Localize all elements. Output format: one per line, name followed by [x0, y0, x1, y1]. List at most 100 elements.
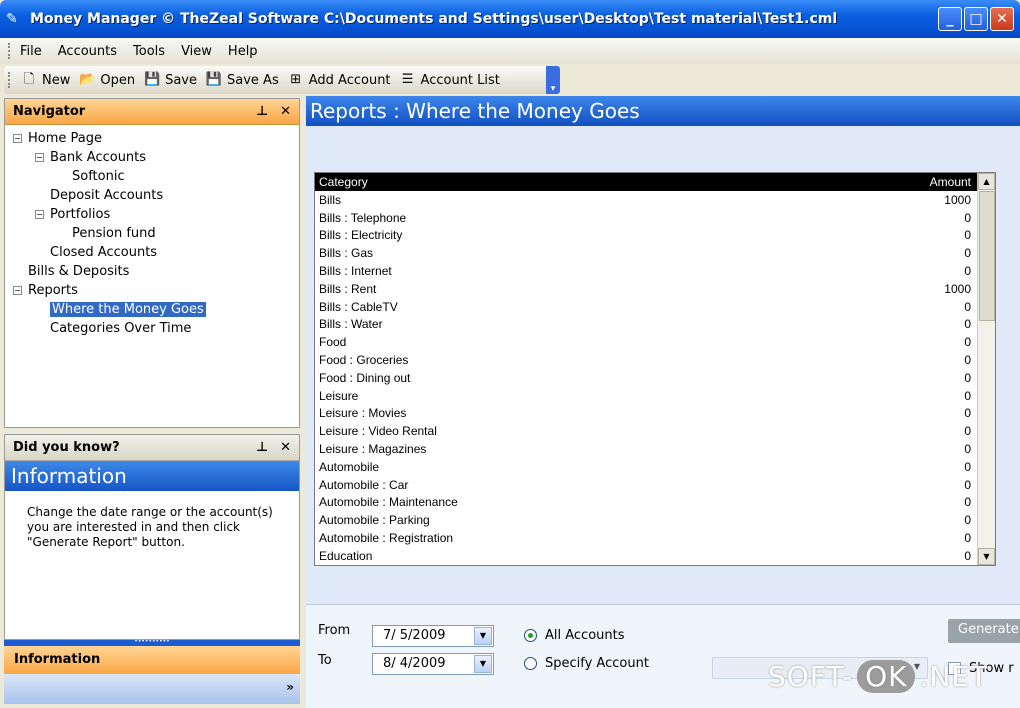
did-you-know-header-buttons: ⊥ ✕: [256, 440, 291, 455]
tree-item[interactable]: − Reports: [13, 281, 299, 300]
category-cell: Automobile : Parking: [319, 513, 430, 528]
table-row[interactable]: Food : Dining out 0: [315, 369, 995, 387]
app-icon: ✎: [6, 11, 18, 27]
category-cell: Leisure: [319, 388, 359, 403]
information-header: Information: [5, 461, 299, 491]
chevron-down-icon[interactable]: ▼: [474, 655, 492, 673]
watermark-left: SOFT-: [768, 660, 854, 693]
scroll-thumb[interactable]: [979, 191, 995, 321]
close-icon[interactable]: ✕: [280, 104, 291, 119]
amount-cell: 0: [964, 531, 971, 546]
amount-cell: 0: [964, 210, 971, 225]
tree-item[interactable]: − Portfolios: [13, 205, 299, 224]
tree-item[interactable]: Closed Accounts: [13, 243, 299, 262]
menu-tools[interactable]: Tools: [133, 44, 165, 59]
menu-bar: File Accounts Tools View Help: [0, 38, 1020, 64]
generate-report-button[interactable]: Generate Report: [948, 619, 1020, 643]
tree-item-label: Where the Money Goes: [50, 302, 206, 317]
close-button[interactable]: ✕: [990, 7, 1014, 31]
category-cell: Education: [319, 548, 373, 563]
close-icon[interactable]: ✕: [280, 440, 291, 455]
table-row[interactable]: Automobile : Registration 0: [315, 529, 995, 547]
open-label: Open: [100, 72, 136, 88]
table-row[interactable]: Education 0: [315, 547, 995, 565]
information-tab[interactable]: Information: [4, 646, 300, 674]
minimize-button[interactable]: _: [938, 7, 962, 31]
table-row[interactable]: Bills : Rent 1000: [315, 280, 995, 298]
menu-view[interactable]: View: [181, 44, 212, 59]
from-date-picker[interactable]: 7/ 5/2009 ▼: [372, 625, 494, 647]
toolbar-overflow-button[interactable]: ▾: [546, 66, 560, 94]
tree-collapse-icon[interactable]: −: [13, 134, 22, 143]
amount-cell: 0: [964, 370, 971, 385]
table-row[interactable]: Leisure 0: [315, 387, 995, 405]
table-row[interactable]: Food : Groceries 0: [315, 351, 995, 369]
tree-item[interactable]: Categories Over Time: [13, 319, 299, 338]
table-row[interactable]: Leisure : Magazines 0: [315, 440, 995, 458]
table-row[interactable]: Bills : Gas 0: [315, 244, 995, 262]
scroll-down-button[interactable]: ▼: [978, 548, 995, 565]
menu-file[interactable]: File: [20, 44, 42, 59]
table-row[interactable]: Bills : Telephone 0: [315, 209, 995, 227]
menu-help[interactable]: Help: [228, 44, 258, 59]
grid-body: Bills 1000 Bills : Telephone 0 Bills : Elect…: [315, 191, 995, 565]
table-row[interactable]: Automobile : Maintenance 0: [315, 494, 995, 512]
tree-collapse-icon[interactable]: −: [13, 286, 22, 295]
all-accounts-radio[interactable]: All Accounts: [524, 628, 625, 643]
expand-chevron-icon[interactable]: »: [286, 680, 294, 694]
to-date-value: 8/ 4/2009: [383, 656, 446, 671]
list-icon: ☰: [401, 72, 414, 87]
table-row[interactable]: Bills 1000: [315, 191, 995, 209]
chevron-down-icon[interactable]: ▼: [474, 627, 492, 645]
save-as-button[interactable]: 💾 Save As: [205, 71, 279, 89]
table-row[interactable]: Automobile 0: [315, 458, 995, 476]
tree-item[interactable]: − Home Page: [13, 129, 299, 148]
table-row[interactable]: Leisure : Movies 0: [315, 405, 995, 423]
specify-account-radio[interactable]: Specify Account: [524, 656, 649, 671]
tree-item-label: Softonic: [72, 169, 125, 184]
maximize-button[interactable]: □: [964, 7, 988, 31]
tree-item[interactable]: Softonic: [13, 167, 299, 186]
table-row[interactable]: Bills : Water 0: [315, 316, 995, 334]
save-button[interactable]: 💾 Save: [143, 71, 197, 89]
column-header-category[interactable]: Category: [319, 175, 368, 189]
open-button[interactable]: 📂 Open: [78, 71, 135, 89]
to-date-picker[interactable]: 8/ 4/2009 ▼: [372, 653, 494, 675]
specify-account-label: Specify Account: [545, 656, 649, 671]
tree-item-label: Reports: [28, 283, 78, 298]
add-account-label: Add Account: [308, 72, 391, 88]
tree-collapse-icon[interactable]: −: [35, 153, 44, 162]
table-row[interactable]: Bills : CableTV 0: [315, 298, 995, 316]
category-cell: Food : Dining out: [319, 370, 411, 385]
amount-cell: 0: [964, 459, 971, 474]
tree-item[interactable]: Where the Money Goes: [13, 300, 299, 319]
tree-collapse-icon[interactable]: −: [35, 210, 44, 219]
table-row[interactable]: Automobile : Car 0: [315, 476, 995, 494]
tree-item[interactable]: Pension fund: [13, 224, 299, 243]
amount-cell: 0: [964, 424, 971, 439]
from-label: From: [318, 623, 351, 638]
table-row[interactable]: Food 0: [315, 333, 995, 351]
column-header-amount[interactable]: Amount: [930, 175, 971, 189]
navigator-header-buttons: ⊥ ✕: [256, 104, 291, 119]
report-pane: Reports : Where the Money Goes Category …: [306, 96, 1020, 708]
grid-scrollbar[interactable]: ▲ ▼: [977, 173, 995, 565]
account-list-button[interactable]: ☰ Account List: [399, 71, 500, 89]
tree-item[interactable]: Bills & Deposits: [13, 262, 299, 281]
save-as-label: Save As: [227, 72, 279, 88]
add-account-button[interactable]: ⊞ Add Account: [287, 71, 391, 89]
tree-item[interactable]: Deposit Accounts: [13, 186, 299, 205]
table-row[interactable]: Leisure : Video Rental 0: [315, 422, 995, 440]
scroll-up-button[interactable]: ▲: [978, 173, 995, 190]
pin-icon[interactable]: ⊥: [256, 104, 268, 119]
pin-icon[interactable]: ⊥: [256, 440, 268, 455]
tree-item[interactable]: − Bank Accounts: [13, 148, 299, 167]
table-row[interactable]: Automobile : Parking 0: [315, 511, 995, 529]
new-button[interactable]: 🗋 New: [20, 71, 71, 89]
watermark-logo: SOFT- OK .NET: [768, 660, 988, 693]
menu-accounts[interactable]: Accounts: [58, 44, 117, 59]
table-row[interactable]: Bills : Electricity 0: [315, 227, 995, 245]
category-cell: Automobile : Registration: [319, 531, 454, 546]
table-row[interactable]: Bills : Internet 0: [315, 262, 995, 280]
watermark-ok: OK: [857, 660, 916, 693]
